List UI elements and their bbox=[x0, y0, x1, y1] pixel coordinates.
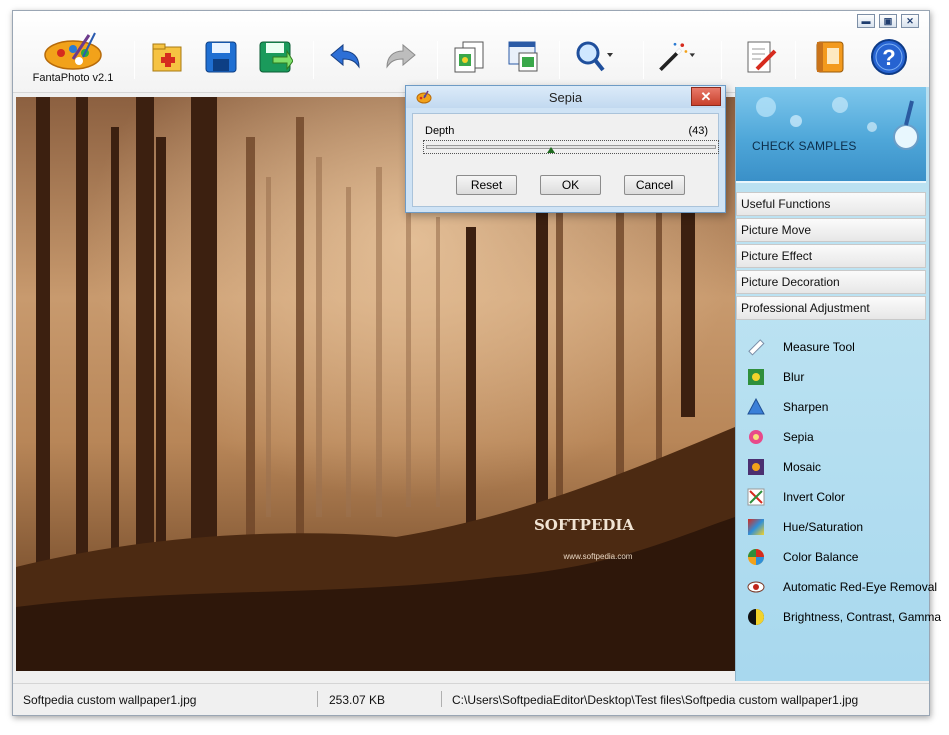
dialog-body: Depth (43) Reset OK Cancel bbox=[412, 113, 719, 207]
maximize-button[interactable]: ▣ bbox=[879, 14, 897, 28]
minimize-button[interactable]: ▬ bbox=[857, 14, 875, 28]
depth-slider[interactable] bbox=[423, 140, 719, 154]
status-filename: Softpedia custom wallpaper1.jpg bbox=[23, 693, 197, 707]
save-icon bbox=[205, 41, 237, 73]
depth-value: (43) bbox=[688, 125, 708, 137]
hue-icon bbox=[748, 519, 764, 535]
dialog-title: Sepia bbox=[548, 90, 583, 105]
tool-label: Invert Color bbox=[783, 490, 846, 504]
tool-label: Automatic Red-Eye Removal bbox=[783, 580, 938, 594]
tool-label: Sepia bbox=[783, 430, 814, 444]
zoom-button[interactable] bbox=[573, 37, 613, 77]
open-button[interactable] bbox=[147, 37, 187, 77]
dialog-close-button[interactable]: ✕ bbox=[691, 87, 721, 106]
reset-button[interactable]: Reset bbox=[456, 175, 517, 195]
open-icon bbox=[152, 43, 182, 72]
album-button[interactable] bbox=[809, 37, 849, 77]
tool-hue-saturation[interactable]: Hue/Saturation bbox=[736, 512, 926, 542]
tool-label: Blur bbox=[783, 370, 805, 384]
mosaic-icon bbox=[748, 459, 764, 475]
close-button[interactable]: ✕ bbox=[901, 14, 919, 28]
help-button[interactable]: ? bbox=[869, 37, 909, 77]
tool-red-eye-removal[interactable]: Automatic Red-Eye Removal bbox=[736, 572, 937, 602]
tool-label: Color Balance bbox=[783, 550, 859, 564]
magic-wand-button[interactable] bbox=[655, 37, 695, 77]
check-samples-banner[interactable]: CHECK SAMPLES bbox=[736, 87, 926, 183]
dialog-title-bar[interactable]: Sepia ✕ bbox=[406, 86, 725, 108]
zoom-icon bbox=[576, 41, 613, 72]
sharpen-icon bbox=[747, 398, 765, 415]
red-eye-icon bbox=[747, 581, 765, 593]
magic-wand-icon bbox=[659, 42, 695, 72]
tool-label: Sharpen bbox=[783, 400, 829, 414]
app-name: FantaPhoto v2.1 bbox=[32, 72, 114, 84]
save-as-icon bbox=[259, 41, 293, 73]
undo-icon bbox=[330, 43, 360, 69]
tool-color-balance[interactable]: Color Balance bbox=[736, 542, 926, 572]
slider-thumb[interactable] bbox=[546, 147, 555, 153]
app-logo: FantaPhoto v2.1 bbox=[23, 29, 123, 85]
save-button[interactable] bbox=[201, 37, 241, 77]
depth-label: Depth bbox=[425, 125, 455, 137]
edit-button[interactable] bbox=[741, 37, 781, 77]
tool-mosaic[interactable]: Mosaic bbox=[736, 452, 926, 482]
tool-sharpen[interactable]: Sharpen bbox=[736, 392, 926, 422]
slider-track bbox=[426, 145, 716, 149]
cancel-button[interactable]: Cancel bbox=[624, 175, 685, 195]
palette-icon bbox=[44, 32, 102, 70]
album-icon bbox=[816, 41, 844, 73]
tool-invert-color[interactable]: Invert Color bbox=[736, 482, 926, 512]
brightness-icon bbox=[748, 609, 764, 625]
watermark-text: SOFTPEDIA bbox=[534, 516, 634, 534]
tool-brightness-contrast-gamma[interactable]: Brightness, Contrast, Gamma bbox=[736, 602, 941, 632]
paste-icon bbox=[508, 41, 538, 72]
category-picture-effect[interactable]: Picture Effect bbox=[736, 244, 926, 268]
tool-label: Brightness, Contrast, Gamma bbox=[783, 610, 942, 624]
tool-sepia[interactable]: Sepia bbox=[736, 422, 926, 452]
status-filesize: 253.07 KB bbox=[329, 693, 386, 707]
copy-icon bbox=[454, 41, 484, 73]
invert-icon bbox=[747, 488, 765, 506]
category-picture-move[interactable]: Picture Move bbox=[736, 218, 926, 242]
water-drops-icon bbox=[756, 97, 919, 150]
save-as-button[interactable] bbox=[255, 37, 295, 77]
watermark-url: www.softpedia.com bbox=[563, 552, 633, 561]
category-professional-adjustment[interactable]: Professional Adjustment bbox=[736, 296, 926, 320]
sidebar: CHECK SAMPLES Useful Functions Picture M… bbox=[735, 87, 941, 681]
edit-icon bbox=[747, 41, 777, 73]
ruler-icon bbox=[748, 339, 765, 356]
ok-button[interactable]: OK bbox=[540, 175, 601, 195]
status-path: C:\Users\SoftpediaEditor\Desktop\Test fi… bbox=[452, 693, 859, 707]
category-picture-decoration[interactable]: Picture Decoration bbox=[736, 270, 926, 294]
tool-label: Measure Tool bbox=[783, 340, 855, 354]
tool-label: Hue/Saturation bbox=[783, 520, 864, 534]
sepia-icon bbox=[749, 430, 763, 444]
help-icon: ? bbox=[871, 39, 907, 75]
redo-button[interactable] bbox=[381, 37, 421, 77]
toolbar: ▬ ▣ ✕ FantaPhoto v2.1 ? bbox=[13, 11, 929, 93]
copy-button[interactable] bbox=[449, 37, 489, 77]
check-samples-label: CHECK SAMPLES bbox=[752, 139, 857, 153]
redo-icon bbox=[386, 43, 416, 69]
sepia-dialog: Sepia ✕ Depth (43) Reset OK Cancel bbox=[405, 85, 726, 213]
undo-button[interactable] bbox=[325, 37, 365, 77]
tool-measure[interactable]: Measure Tool bbox=[736, 332, 926, 362]
svg-text:?: ? bbox=[882, 45, 895, 70]
status-bar: Softpedia custom wallpaper1.jpg 253.07 K… bbox=[13, 683, 929, 715]
tool-blur[interactable]: Blur bbox=[736, 362, 926, 392]
tool-label: Mosaic bbox=[783, 460, 822, 474]
category-useful-functions[interactable]: Useful Functions bbox=[736, 192, 926, 216]
blur-icon bbox=[748, 369, 764, 385]
color-balance-icon bbox=[748, 549, 764, 565]
paste-button[interactable] bbox=[503, 37, 543, 77]
